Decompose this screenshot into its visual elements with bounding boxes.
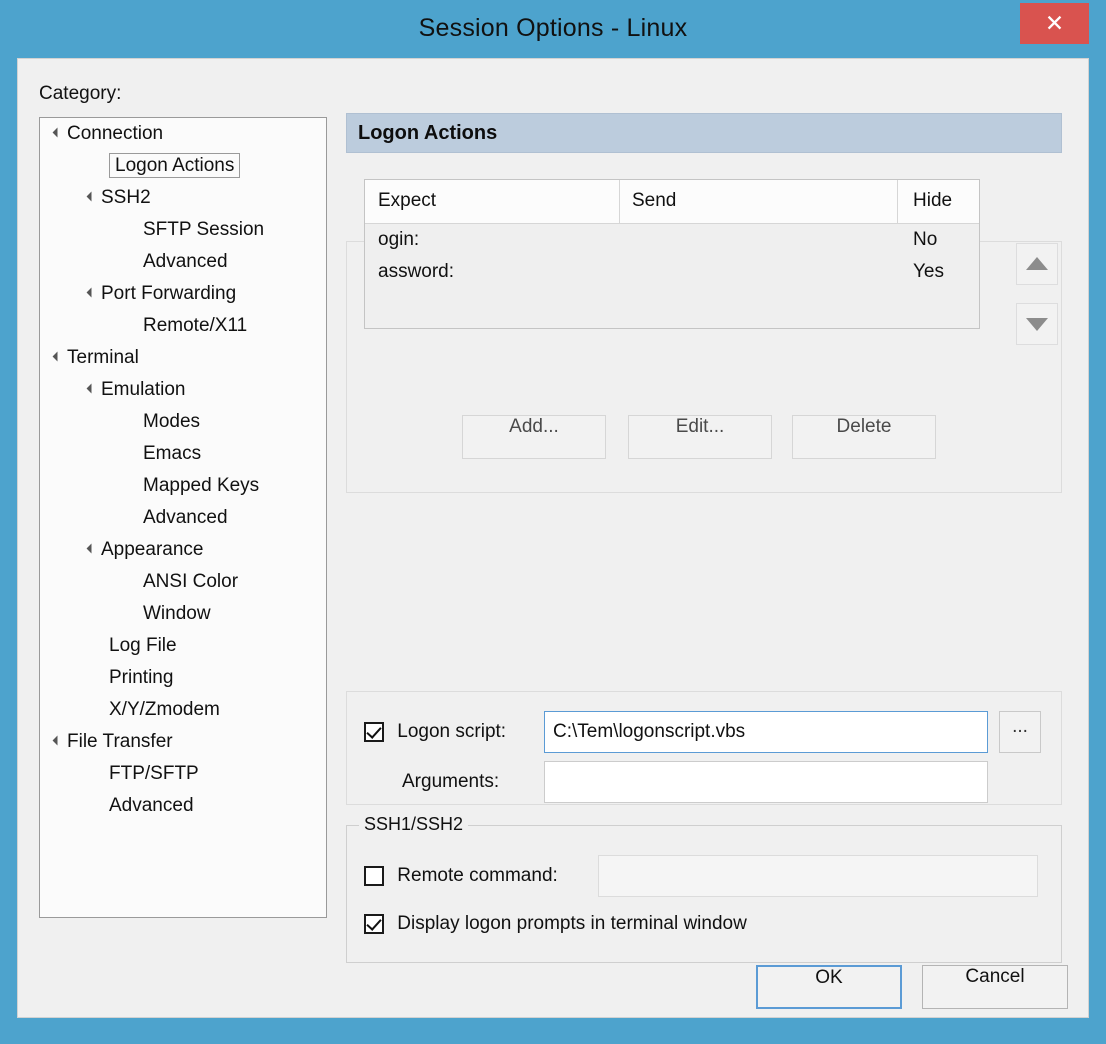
checkbox-box xyxy=(364,866,384,886)
sidebar-item-label: Window xyxy=(143,603,211,624)
sidebar-item-log-file[interactable]: Log File xyxy=(40,630,326,662)
cell-hide: No xyxy=(913,229,938,250)
sidebar-item-ftp-sftp[interactable]: FTP/SFTP xyxy=(40,758,326,790)
column-header-send: Send xyxy=(632,190,677,211)
edit-button[interactable]: Edit... xyxy=(628,415,772,459)
sidebar-item-modes[interactable]: Modes xyxy=(40,406,326,438)
cell-expect: assword: xyxy=(378,261,455,282)
logon-script-label: Logon script: xyxy=(397,721,507,742)
sidebar-item-terminal[interactable]: Terminal xyxy=(40,342,326,374)
sidebar-item-label: File Transfer xyxy=(67,731,173,752)
logon-script-input[interactable]: C:\Tem\logonscript.vbs xyxy=(544,711,988,753)
sidebar-item-label: Emacs xyxy=(143,443,202,464)
remote-command-checkbox[interactable]: Remote command: xyxy=(364,865,558,887)
window-title: Session Options - Linux xyxy=(418,14,688,42)
sidebar-item-port-forwarding[interactable]: Port Forwarding xyxy=(40,278,326,310)
column-header-expect: Expect xyxy=(378,190,437,211)
remote-command-label: Remote command: xyxy=(397,865,558,886)
sidebar-item-emulation[interactable]: Emulation xyxy=(40,374,326,406)
category-label: Category: xyxy=(39,83,122,104)
sidebar-item-window[interactable]: Window xyxy=(40,598,326,630)
checkbox-box xyxy=(364,722,384,742)
title-bar: Session Options - Linux ✕ xyxy=(0,0,1106,60)
sidebar-item-label: Remote/X11 xyxy=(143,315,248,336)
category-tree[interactable]: Connection Logon Actions SSH2 SFTP Session A… xyxy=(39,117,327,918)
add-button[interactable]: Add... xyxy=(462,415,606,459)
sidebar-item-printing[interactable]: Printing xyxy=(40,662,326,694)
delete-button[interactable]: Delete xyxy=(792,415,936,459)
sidebar-item-label: Logon Actions xyxy=(109,153,241,178)
table-header: Expect Send Hide xyxy=(365,180,979,224)
move-up-button[interactable] xyxy=(1016,243,1058,285)
ok-button[interactable]: OK xyxy=(756,965,902,1009)
display-prompts-checkbox[interactable]: Display logon prompts in terminal window xyxy=(364,913,747,935)
sidebar-item-label: SFTP Session xyxy=(143,219,265,240)
sidebar-item-label: Modes xyxy=(143,411,201,432)
sidebar-item-sftp-session[interactable]: SFTP Session xyxy=(40,214,326,246)
sidebar-item-advanced[interactable]: Advanced xyxy=(40,790,326,822)
sidebar-item-label: FTP/SFTP xyxy=(109,763,199,784)
expand-triangle-icon[interactable] xyxy=(52,127,63,137)
sidebar-item-label: Appearance xyxy=(101,539,204,560)
sidebar-item-label: Advanced xyxy=(143,251,228,272)
expand-triangle-icon[interactable] xyxy=(52,351,63,361)
page-title: Logon Actions xyxy=(358,122,498,144)
sidebar-item-emacs[interactable]: Emacs xyxy=(40,438,326,470)
expand-triangle-icon[interactable] xyxy=(86,543,97,553)
dialog-window: Session Options - Linux ✕ Category: Conn… xyxy=(0,0,1106,1044)
sidebar-item-label: Port Forwarding xyxy=(101,283,237,304)
table-row[interactable]: assword: Yes xyxy=(365,256,979,288)
sidebar-item-mapped-keys[interactable]: Mapped Keys xyxy=(40,470,326,502)
close-icon[interactable]: ✕ xyxy=(1020,3,1089,44)
sidebar-item-logon-actions[interactable]: Logon Actions xyxy=(40,150,326,182)
sidebar-item-label: Terminal xyxy=(67,347,139,368)
sidebar-item-x-y-zmodem[interactable]: X/Y/Zmodem xyxy=(40,694,326,726)
sidebar-item-appearance[interactable]: Appearance xyxy=(40,534,326,566)
sidebar-item-label: Advanced xyxy=(109,795,194,816)
column-divider xyxy=(619,180,620,223)
sidebar-item-ssh2[interactable]: SSH2 xyxy=(40,182,326,214)
table-body: ogin: No assword: Yes xyxy=(365,224,979,288)
ssh-group-legend: SSH1/SSH2 xyxy=(359,814,469,835)
cancel-button[interactable]: Cancel xyxy=(922,965,1068,1009)
table-row[interactable]: ogin: No xyxy=(365,224,979,256)
sidebar-item-label: X/Y/Zmodem xyxy=(109,699,220,720)
browse-button[interactable]: ... xyxy=(999,711,1041,753)
sidebar-item-label: Printing xyxy=(109,667,174,688)
cell-expect: ogin: xyxy=(378,229,420,250)
expect-send-table[interactable]: Expect Send Hide ogin: No assword: Yes xyxy=(364,179,980,329)
sidebar-item-remote-x11[interactable]: Remote/X11 xyxy=(40,310,326,342)
sidebar-item-label: Log File xyxy=(109,635,177,656)
sidebar-item-label: SSH2 xyxy=(101,187,151,208)
sidebar-item-label: Emulation xyxy=(101,379,186,400)
move-down-button[interactable] xyxy=(1016,303,1058,345)
remote-command-input[interactable] xyxy=(598,855,1038,897)
cell-hide: Yes xyxy=(913,261,944,282)
dialog-body: Category: Connection Logon Actions SSH2 SFT… xyxy=(17,58,1089,1018)
sidebar-item-ansi-color[interactable]: ANSI Color xyxy=(40,566,326,598)
expand-triangle-icon[interactable] xyxy=(86,191,97,201)
arguments-input[interactable] xyxy=(544,761,988,803)
expand-triangle-icon[interactable] xyxy=(86,383,97,393)
sidebar-item-label: Advanced xyxy=(143,507,228,528)
down-arrow-icon xyxy=(1026,318,1048,331)
page-banner: Logon Actions xyxy=(346,113,1062,153)
sidebar-item-label: ANSI Color xyxy=(143,571,239,592)
sidebar-item-connection[interactable]: Connection xyxy=(40,118,326,150)
sidebar-item-label: Connection xyxy=(67,123,164,144)
column-header-hide: Hide xyxy=(913,190,953,211)
expand-triangle-icon[interactable] xyxy=(52,735,63,745)
column-divider xyxy=(897,180,898,223)
checkbox-box xyxy=(364,914,384,934)
display-prompts-label: Display logon prompts in terminal window xyxy=(397,913,747,934)
expand-triangle-icon[interactable] xyxy=(86,287,97,297)
sidebar-item-advanced[interactable]: Advanced xyxy=(40,246,326,278)
arguments-label: Arguments: xyxy=(402,771,500,792)
sidebar-item-file-transfer[interactable]: File Transfer xyxy=(40,726,326,758)
sidebar-item-label: Mapped Keys xyxy=(143,475,260,496)
logon-script-checkbox[interactable]: Logon script: xyxy=(364,721,506,743)
sidebar-item-advanced[interactable]: Advanced xyxy=(40,502,326,534)
up-arrow-icon xyxy=(1026,257,1048,270)
